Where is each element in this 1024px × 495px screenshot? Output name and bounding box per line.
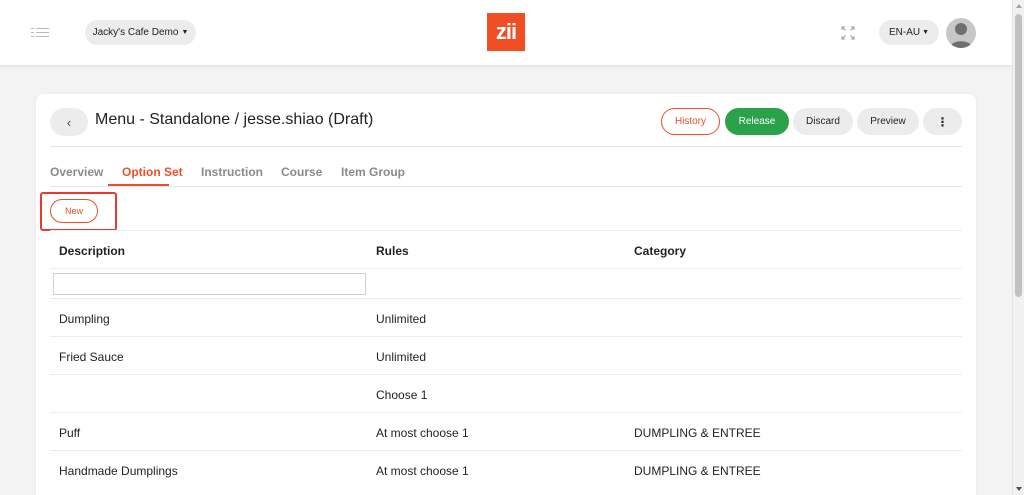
history-button[interactable]: History: [661, 108, 720, 135]
preview-button[interactable]: Preview: [857, 108, 919, 135]
table-row[interactable]: Handmade Dumplings At most choose 1 DUMP…: [50, 450, 962, 488]
caret-down-icon: ▼: [181, 29, 189, 36]
tabs-divider: [50, 186, 962, 187]
language-selector-label: EN-AU: [888, 27, 921, 38]
table-row[interactable]: Puff At most choose 1 DUMPLING & ENTREE: [50, 412, 962, 450]
table-filter-row: [50, 268, 962, 298]
tab-item-group[interactable]: Item Group: [341, 165, 405, 179]
page-scrollbar[interactable]: [1012, 0, 1024, 495]
rules-cell: At most choose 1: [376, 426, 469, 440]
tab-course[interactable]: Course: [281, 165, 322, 179]
new-button[interactable]: New: [50, 199, 98, 223]
category-cell: DUMPLING & ENTREE: [634, 426, 761, 440]
table-row[interactable]: Dumpling Unlimited: [50, 298, 962, 336]
category-cell: DUMPLING & ENTREE: [634, 464, 761, 478]
chevron-left-icon: ‹: [66, 114, 72, 130]
column-header-rules[interactable]: Rules: [376, 244, 409, 258]
zii-logo: zii: [487, 13, 525, 51]
rules-cell: Choose 1: [376, 388, 428, 402]
menu-editor-card: ‹ Menu - Standalone / jesse.shiao (Draft…: [36, 94, 976, 495]
column-header-category[interactable]: Category: [634, 244, 686, 258]
discard-button[interactable]: Discard: [793, 108, 853, 135]
scroll-down-arrow-icon[interactable]: [1016, 487, 1022, 491]
page-title: Menu - Standalone / jesse.shiao (Draft): [95, 111, 374, 128]
description-filter-input[interactable]: [53, 273, 366, 295]
description-cell: Fried Sauce: [59, 350, 124, 364]
table-row[interactable]: Fried Sauce Unlimited: [50, 336, 962, 374]
rules-cell: At most choose 1: [376, 464, 469, 478]
table-row[interactable]: Choose 1: [50, 374, 962, 412]
back-button[interactable]: ‹: [50, 108, 88, 136]
scroll-up-arrow-icon[interactable]: [1016, 4, 1022, 8]
caret-down-icon: ▼: [922, 29, 930, 36]
description-cell: Dumpling: [59, 312, 110, 326]
fullscreen-icon[interactable]: [841, 26, 855, 40]
store-selector[interactable]: Jacky's Cafe Demo ▼: [85, 20, 196, 45]
language-selector[interactable]: EN-AU ▼: [879, 20, 939, 45]
description-cell: Puff: [59, 426, 81, 440]
release-button[interactable]: Release: [725, 108, 789, 135]
more-options-button[interactable]: ⋮: [923, 108, 962, 135]
table-header-row: Description Rules Category: [50, 230, 962, 268]
user-avatar-icon: [950, 23, 972, 48]
menu-list-icon[interactable]: [31, 27, 49, 39]
header-divider: [50, 146, 962, 147]
tab-overview[interactable]: Overview: [50, 165, 103, 179]
rules-cell: Unlimited: [376, 350, 427, 364]
user-avatar[interactable]: [946, 18, 976, 48]
description-cell: Handmade Dumplings: [59, 464, 178, 478]
rules-cell: Unlimited: [376, 312, 427, 326]
column-header-description[interactable]: Description: [59, 244, 125, 258]
tab-instruction[interactable]: Instruction: [201, 165, 263, 179]
tab-option-set[interactable]: Option Set: [122, 165, 183, 179]
store-selector-label: Jacky's Cafe Demo: [92, 27, 179, 38]
top-bar: Jacky's Cafe Demo ▼ zii EN-AU ▼: [0, 0, 1012, 66]
option-set-table: Description Rules Category Dumpling Unli…: [50, 230, 962, 488]
scroll-thumb[interactable]: [1015, 14, 1022, 297]
